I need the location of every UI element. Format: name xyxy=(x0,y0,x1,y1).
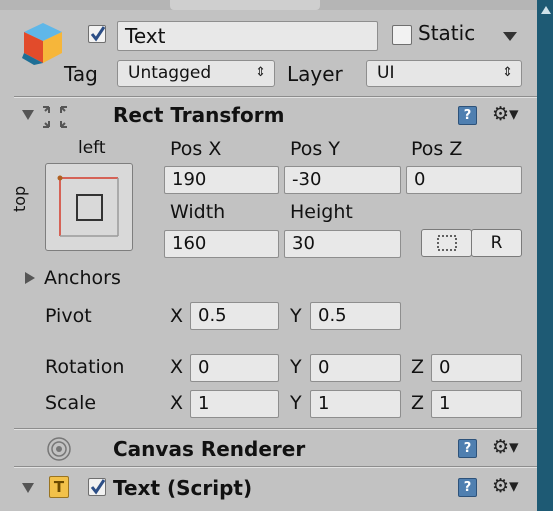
foldout-expanded-icon[interactable] xyxy=(22,110,34,120)
pivot-y-axis-label: Y xyxy=(290,305,302,327)
divider xyxy=(14,429,537,430)
text-script-title: Text (Script) xyxy=(113,476,253,500)
height-input[interactable]: 30 xyxy=(284,230,401,258)
height-label: Height xyxy=(290,201,353,223)
tag-label: Tag xyxy=(64,62,98,86)
foldout-expanded-icon[interactable] xyxy=(22,483,34,493)
static-dropdown-icon[interactable] xyxy=(503,32,517,41)
scrollbar[interactable] xyxy=(537,0,553,511)
divider xyxy=(14,467,537,468)
canvas-renderer-title: Canvas Renderer xyxy=(113,437,306,461)
canvas-renderer-icon xyxy=(46,436,72,462)
object-active-checkbox[interactable] xyxy=(88,25,106,43)
inspector-panel: Text Static Tag Untagged ⇕ Layer UI ⇕ Re… xyxy=(0,0,553,511)
foldout-collapsed-icon[interactable] xyxy=(25,272,35,284)
divider xyxy=(14,97,537,98)
rotation-x-input[interactable]: 0 xyxy=(190,354,279,382)
gear-icon[interactable]: ⚙▾ xyxy=(492,476,519,496)
rotation-z-input[interactable]: 0 xyxy=(431,354,522,382)
layer-dropdown[interactable]: UI ⇕ xyxy=(366,60,522,87)
pivot-x-axis-label: X xyxy=(170,305,184,327)
layer-label: Layer xyxy=(287,62,343,86)
help-icon[interactable]: ? xyxy=(458,106,477,125)
pivot-y-input[interactable]: 0.5 xyxy=(310,302,401,330)
layer-value: UI xyxy=(377,63,395,83)
blueprint-mode-button[interactable] xyxy=(421,229,472,257)
help-icon[interactable]: ? xyxy=(458,478,477,497)
help-icon[interactable]: ? xyxy=(458,439,477,458)
pos-z-input[interactable]: 0 xyxy=(406,166,522,194)
rect-transform-icon xyxy=(40,102,70,132)
text-component-icon: T xyxy=(49,476,69,498)
tab-strip xyxy=(0,0,553,10)
gear-icon[interactable]: ⚙▾ xyxy=(492,437,519,457)
pivot-x-input[interactable]: 0.5 xyxy=(190,302,279,330)
scale-y-input[interactable]: 1 xyxy=(310,390,401,418)
pos-z-label: Pos Z xyxy=(411,138,463,160)
pos-x-label: Pos X xyxy=(170,138,222,160)
chevron-updown-icon: ⇕ xyxy=(255,65,266,80)
chevron-updown-icon: ⇕ xyxy=(502,65,513,80)
blueprint-icon xyxy=(436,235,457,251)
anchor-preset-horizontal-label: left xyxy=(78,138,106,158)
raw-edit-button[interactable]: R xyxy=(471,229,522,257)
tag-value: Untagged xyxy=(128,63,212,83)
anchor-preset-button[interactable] xyxy=(45,163,133,251)
anchor-preset-vertical-label: top xyxy=(10,185,29,212)
scale-x-axis-label: X xyxy=(170,392,184,414)
width-input[interactable]: 160 xyxy=(164,230,279,258)
scroll-up-icon[interactable] xyxy=(541,6,551,14)
cube-icon xyxy=(20,20,66,66)
scale-z-axis-label: Z xyxy=(411,392,425,414)
tag-dropdown[interactable]: Untagged ⇕ xyxy=(117,60,275,87)
pos-x-input[interactable]: 190 xyxy=(164,166,279,194)
text-script-enabled-checkbox[interactable] xyxy=(88,478,106,496)
pos-y-input[interactable]: -30 xyxy=(284,166,401,194)
pivot-label: Pivot xyxy=(45,305,92,327)
rotation-y-input[interactable]: 0 xyxy=(310,354,401,382)
rect-transform-title: Rect Transform xyxy=(113,103,285,127)
scale-z-input[interactable]: 1 xyxy=(431,390,522,418)
rotation-label: Rotation xyxy=(45,356,125,378)
rotation-z-axis-label: Z xyxy=(411,356,425,378)
scale-x-input[interactable]: 1 xyxy=(190,390,279,418)
inspector-tab[interactable] xyxy=(170,0,320,10)
static-checkbox[interactable] xyxy=(392,25,412,45)
scale-y-axis-label: Y xyxy=(290,392,302,414)
static-label: Static xyxy=(418,21,476,45)
object-name-input[interactable]: Text xyxy=(117,21,378,51)
rotation-x-axis-label: X xyxy=(170,356,184,378)
width-label: Width xyxy=(170,201,226,223)
anchors-label[interactable]: Anchors xyxy=(44,267,121,289)
rotation-y-axis-label: Y xyxy=(290,356,302,378)
scale-label: Scale xyxy=(45,392,97,414)
pos-y-label: Pos Y xyxy=(290,138,340,160)
gear-icon[interactable]: ⚙▾ xyxy=(492,104,519,124)
